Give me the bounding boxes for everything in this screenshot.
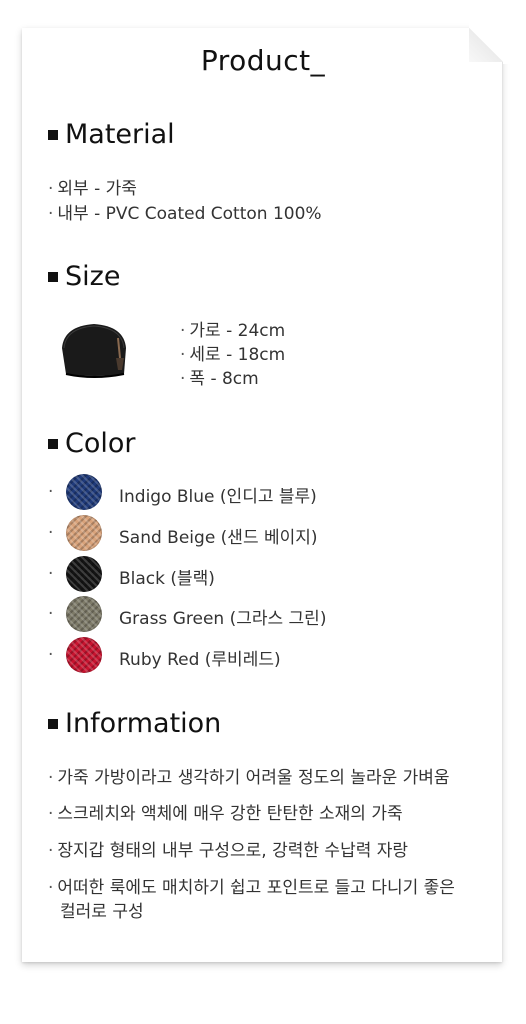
color-swatch-sand-beige[interactable]	[66, 515, 102, 551]
bullet-dot: ·	[180, 345, 186, 365]
information-line: · 가죽 가방이라고 생각하기 어려울 정도의 놀라운 가벼움	[48, 763, 450, 788]
color-label: Black (블랙)	[119, 569, 215, 589]
information-heading-text: Information	[65, 708, 222, 739]
bullet-dot: ·	[48, 841, 54, 861]
color-label: Indigo Blue (인디고 블루)	[119, 487, 317, 507]
information-line-text: 어떠한 룩에도 매치하기 쉽고 포인트로 들고 다니기 좋은	[57, 878, 455, 898]
bag-image	[62, 324, 126, 378]
information-line-continued: 컬러로 구성	[60, 902, 144, 922]
bullet-dot: ·	[180, 321, 186, 341]
color-swatch-black[interactable]	[66, 556, 102, 592]
bullet-dot: ·	[48, 804, 54, 824]
material-line-text: 외부 - 가죽	[57, 179, 137, 199]
bullet-dot: ·	[48, 179, 54, 199]
information-line: · 스크레치와 액체에 매우 강한 탄탄한 소재의 가죽	[48, 799, 403, 824]
material-heading-text: Material	[65, 119, 175, 150]
size-line: · 가로 - 24cm	[180, 316, 285, 341]
square-bullet-icon	[48, 129, 58, 140]
size-line-text: 가로 - 24cm	[189, 321, 286, 341]
bullet-dot: ·	[48, 645, 54, 665]
bullet-dot: ·	[48, 482, 54, 502]
material-line: · 외부 - 가죽	[48, 174, 137, 199]
color-label: Ruby Red (루비레드)	[119, 650, 281, 670]
square-bullet-icon	[48, 718, 58, 729]
color-heading-text: Color	[65, 428, 136, 459]
information-line-text: 가죽 가방이라고 생각하기 어려울 정도의 놀라운 가벼움	[57, 768, 450, 788]
material-line: · 내부 - PVC Coated Cotton 100%	[48, 199, 322, 224]
bullet-dot: ·	[48, 768, 54, 788]
square-bullet-icon	[48, 438, 58, 449]
color-swatch-ruby-red[interactable]	[66, 637, 102, 673]
material-line-text: 내부 - PVC Coated Cotton 100%	[57, 204, 322, 224]
square-bullet-icon	[48, 271, 58, 282]
size-line-text: 세로 - 18cm	[189, 345, 286, 365]
size-heading-text: Size	[65, 261, 121, 292]
bullet-dot: ·	[48, 523, 54, 543]
color-label: Grass Green (그라스 그린)	[119, 609, 327, 629]
information-heading: Information	[48, 708, 221, 739]
bullet-dot: ·	[48, 204, 54, 224]
information-line: · 어떠한 룩에도 매치하기 쉽고 포인트로 들고 다니기 좋은	[48, 873, 455, 898]
size-heading: Size	[48, 261, 120, 292]
material-heading: Material	[48, 119, 175, 150]
bullet-dot: ·	[48, 878, 54, 898]
bullet-dot: ·	[48, 564, 54, 584]
color-swatch-indigo-blue[interactable]	[66, 474, 102, 510]
color-label: Sand Beige (샌드 베이지)	[119, 528, 318, 548]
size-line: · 세로 - 18cm	[180, 340, 285, 365]
color-swatch-grass-green[interactable]	[66, 596, 102, 632]
page-title: Product_	[200, 44, 326, 77]
information-line-text: 장지갑 형태의 내부 구성으로, 강력한 수납력 자랑	[57, 841, 409, 861]
information-line: · 장지갑 형태의 내부 구성으로, 강력한 수납력 자랑	[48, 836, 408, 861]
bullet-dot: ·	[180, 369, 186, 389]
information-line-text: 스크레치와 액체에 매우 강한 탄탄한 소재의 가죽	[57, 804, 403, 824]
size-line-text: 폭 - 8cm	[189, 369, 259, 389]
size-line: · 폭 - 8cm	[180, 364, 259, 389]
color-heading: Color	[48, 428, 136, 459]
bullet-dot: ·	[48, 604, 54, 624]
